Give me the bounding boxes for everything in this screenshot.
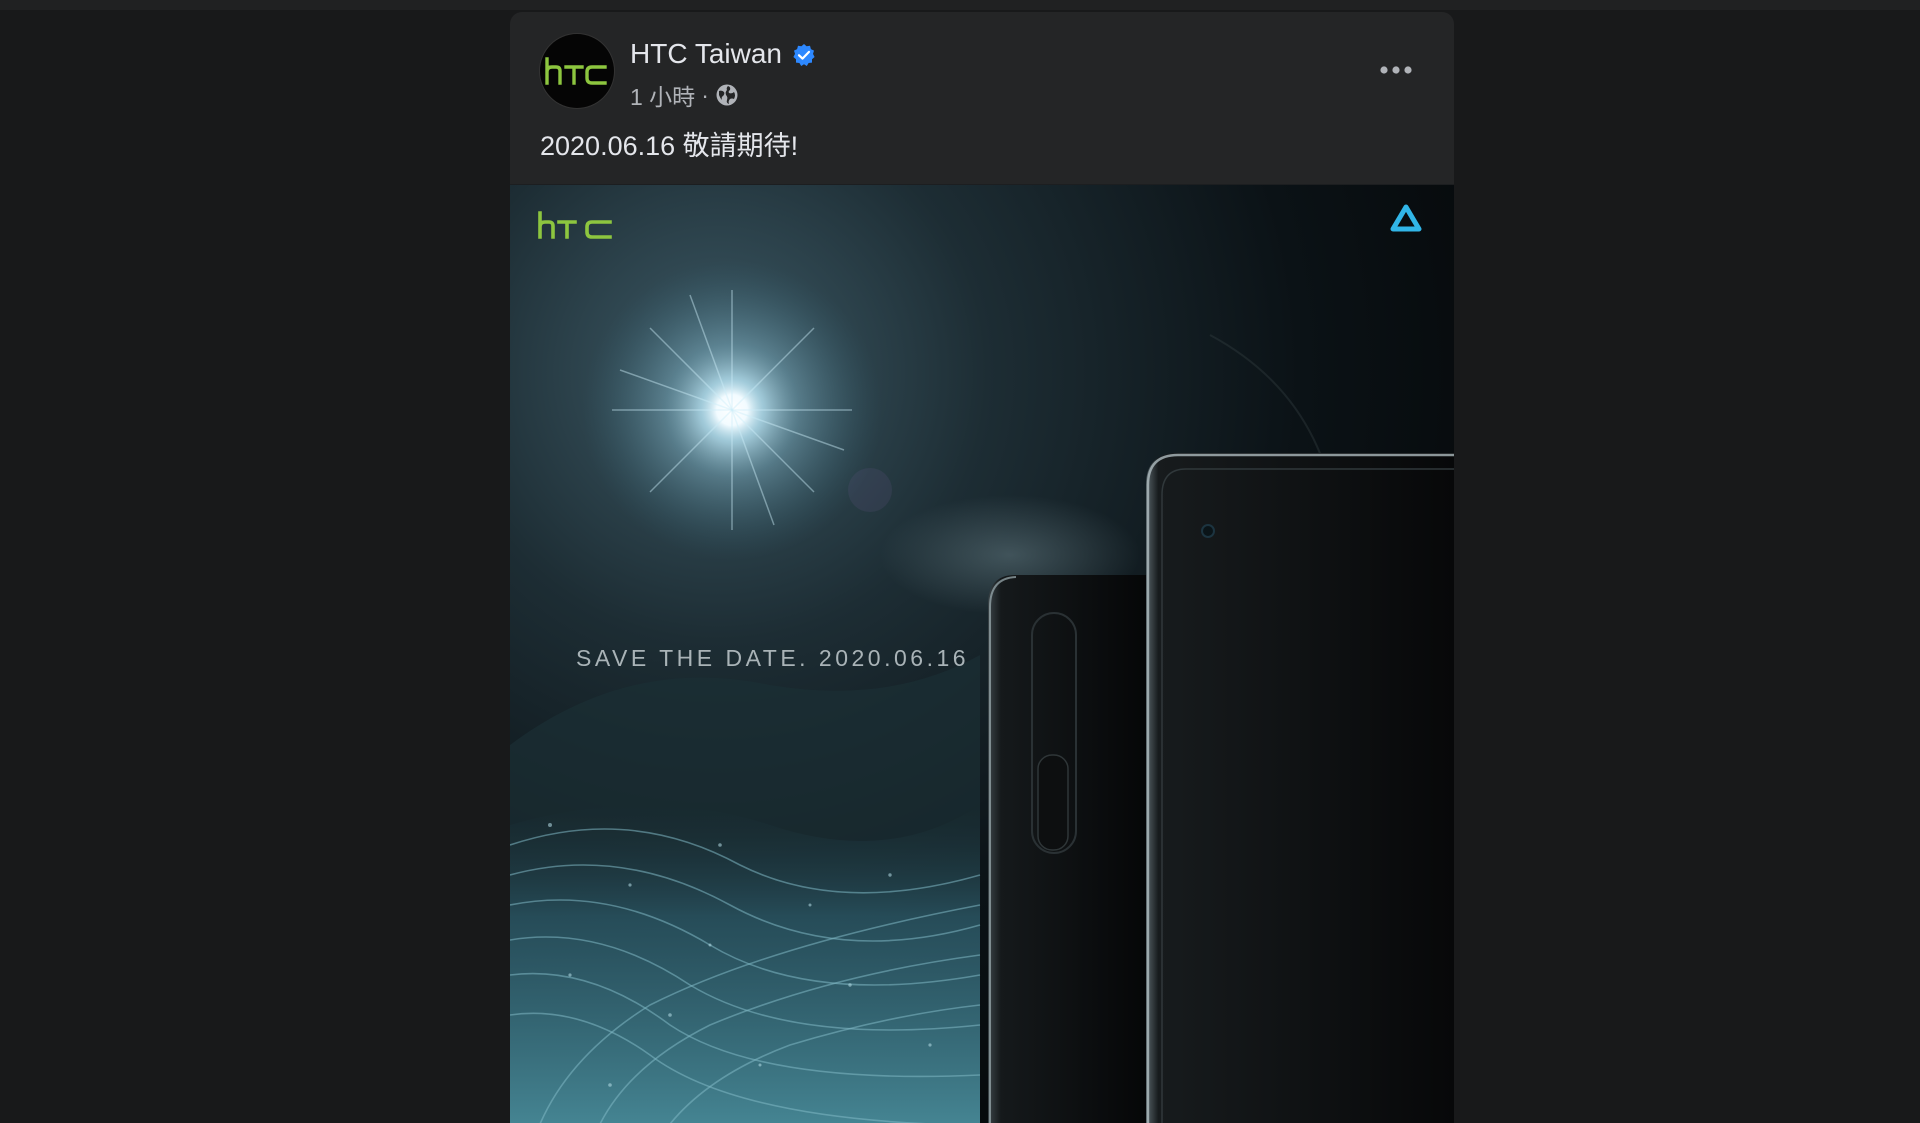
globe-icon[interactable] [715, 83, 739, 107]
post-text: 2020.06.16 敬請期待! [540, 131, 799, 161]
top-bar [0, 0, 1920, 10]
post-time[interactable]: 1 小時 [630, 78, 695, 112]
author-name[interactable]: HTC Taiwan [630, 38, 782, 70]
post-image[interactable]: SAVE THE DATE. 2020.06.16 [510, 184, 1454, 1123]
verified-badge-icon [792, 42, 816, 66]
save-the-date-tagline: SAVE THE DATE. 2020.06.16 [576, 645, 970, 671]
avatar[interactable] [540, 34, 614, 108]
more-options-button[interactable] [1368, 50, 1424, 90]
post-meta: 1 小時 · [630, 78, 739, 112]
post-header: HTC Taiwan 1 小時 · [540, 34, 1424, 114]
post-card: HTC Taiwan 1 小時 · 2020.06.16 敬請期待! SAVE … [510, 12, 1454, 1123]
htc-logo-icon [545, 57, 607, 85]
meta-separator: · [701, 81, 709, 108]
author-name-row: HTC Taiwan [630, 38, 816, 70]
more-options-icon [1380, 66, 1412, 74]
